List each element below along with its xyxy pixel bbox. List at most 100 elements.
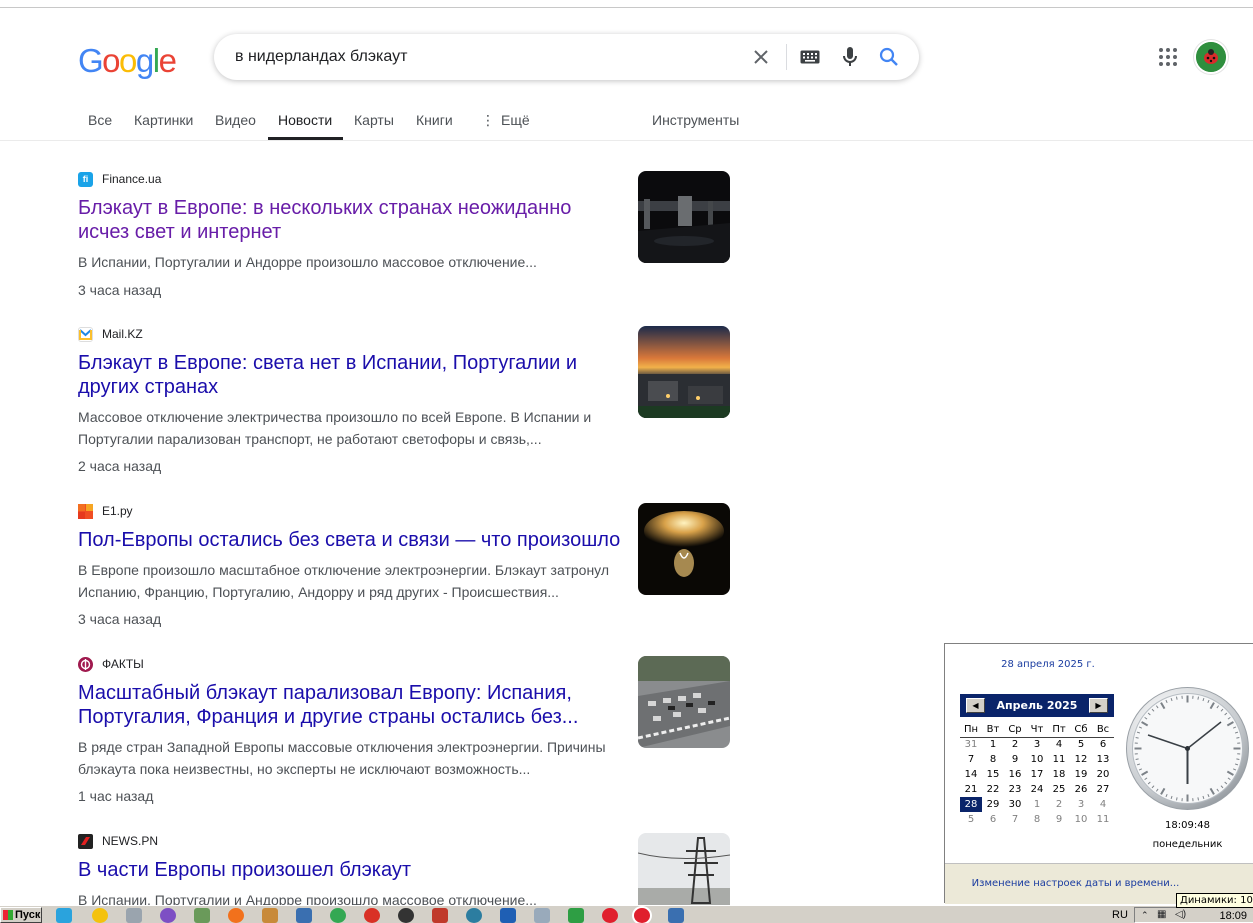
app-tools-icon[interactable] [194, 908, 210, 923]
calendar-day[interactable]: 15 [982, 767, 1004, 782]
result-title[interactable]: Блэкаут в Европе: в нескольких странах н… [78, 196, 626, 244]
calendar-day[interactable]: 14 [960, 767, 982, 782]
app-window-icon[interactable] [126, 908, 142, 923]
app-triangle-icon[interactable] [92, 908, 108, 923]
calendar-day[interactable]: 25 [1048, 782, 1070, 797]
calendar-day[interactable]: 8 [982, 752, 1004, 767]
google-logo[interactable]: Google [78, 42, 177, 80]
calendar-day[interactable]: 5 [1070, 737, 1092, 752]
result-source[interactable]: NEWS.PN [78, 833, 158, 849]
eye-icon[interactable] [398, 908, 414, 923]
app-globe-icon[interactable] [466, 908, 482, 923]
result-title[interactable]: В части Европы произошел блэкаут [78, 858, 626, 882]
result-title[interactable]: Пол-Европы остались без света и связи — … [78, 528, 626, 552]
speaker-icon[interactable]: ◁) [1175, 909, 1186, 920]
calendar-day[interactable]: 6 [982, 812, 1004, 827]
keyboard-icon[interactable] [798, 45, 822, 69]
tab-maps[interactable]: Карты [354, 112, 394, 128]
calendar-day[interactable]: 28 [959, 796, 983, 813]
calendar-day[interactable]: 20 [1092, 767, 1114, 782]
apps-grid-icon[interactable] [1157, 46, 1179, 68]
result-title[interactable]: Масштабный блэкаут парализовал Европу: И… [78, 681, 626, 729]
calendar-day[interactable]: 17 [1026, 767, 1048, 782]
calendar-day[interactable]: 12 [1070, 752, 1092, 767]
calendar-day[interactable]: 1 [982, 737, 1004, 752]
calendar-day[interactable]: 2 [1004, 737, 1026, 752]
app-character-icon[interactable] [262, 908, 278, 923]
viber-icon[interactable] [160, 908, 176, 923]
tab-all[interactable]: Все [88, 112, 112, 128]
calendar-day[interactable]: 3 [1026, 737, 1048, 752]
calendar-day[interactable]: 11 [1092, 812, 1114, 827]
app-leaf-icon[interactable] [568, 908, 584, 923]
result-source[interactable]: E1.ру [78, 503, 133, 519]
account-avatar[interactable] [1196, 42, 1226, 72]
calendar-day[interactable]: 31 [960, 737, 982, 752]
calendar-day[interactable]: 3 [1070, 797, 1092, 812]
next-month-button[interactable]: ▶ [1089, 698, 1108, 713]
tab-books[interactable]: Книги [416, 112, 453, 128]
calendar-day[interactable]: 10 [1070, 812, 1092, 827]
result-source[interactable]: fi Finance.ua [78, 171, 161, 187]
calendar-day[interactable]: 10 [1026, 752, 1048, 767]
result-thumbnail[interactable] [638, 326, 730, 418]
calendar-day[interactable]: 8 [1026, 812, 1048, 827]
date-time-settings-link[interactable]: Изменение настроек даты и времени... [945, 878, 1206, 889]
search-icon[interactable] [877, 45, 901, 69]
app-blue-icon[interactable] [500, 908, 516, 923]
search-input[interactable]: в нидерландах блэкаут [235, 48, 407, 66]
result-thumbnail[interactable] [638, 833, 730, 905]
calendar-day[interactable]: 9 [1004, 752, 1026, 767]
tab-more[interactable]: ⋮ Ещё [481, 112, 530, 129]
calendar-day[interactable]: 18 [1048, 767, 1070, 782]
calendar-day[interactable]: 1 [1026, 797, 1048, 812]
calendar-day[interactable]: 11 [1048, 752, 1070, 767]
calendar-day[interactable]: 6 [1092, 737, 1114, 752]
result-source[interactable]: ФАКТЫ [78, 656, 144, 672]
language-indicator[interactable]: RU [1112, 909, 1128, 921]
app-p-icon[interactable] [432, 908, 448, 923]
tray-chevron-icon[interactable]: ⌃ [1141, 910, 1149, 921]
app-ip-icon[interactable] [296, 908, 312, 923]
result-title[interactable]: Блэкаут в Европе: света нет в Испании, П… [78, 351, 626, 399]
calendar-day[interactable]: 19 [1070, 767, 1092, 782]
calendar-day[interactable]: 16 [1004, 767, 1026, 782]
firefox-icon[interactable] [228, 908, 244, 923]
calendar-day[interactable]: 7 [1004, 812, 1026, 827]
calendar-day[interactable]: 9 [1048, 812, 1070, 827]
network-icon[interactable]: ▦ [1157, 909, 1166, 920]
calendar-day[interactable]: 5 [960, 812, 982, 827]
result-thumbnail[interactable] [638, 656, 730, 748]
app-ip2-icon[interactable] [668, 908, 684, 923]
result-thumbnail[interactable] [638, 171, 730, 263]
calendar-day[interactable]: 29 [982, 797, 1004, 812]
calendar-day[interactable]: 23 [1004, 782, 1026, 797]
app-search-icon[interactable] [534, 908, 550, 923]
calendar-day[interactable]: 4 [1092, 797, 1114, 812]
calendar-day[interactable]: 24 [1026, 782, 1048, 797]
app-ds-icon[interactable] [364, 908, 380, 923]
calendar-day[interactable]: 30 [1004, 797, 1026, 812]
clear-icon[interactable] [749, 45, 773, 69]
calendar-day[interactable]: 21 [960, 782, 982, 797]
calendar-day[interactable]: 22 [982, 782, 1004, 797]
opera-icon[interactable] [602, 908, 618, 923]
telegram-icon[interactable] [56, 908, 72, 923]
calendar-day[interactable]: 7 [960, 752, 982, 767]
calendar-day[interactable]: 4 [1048, 737, 1070, 752]
tab-images[interactable]: Картинки [134, 112, 193, 128]
start-button[interactable]: Пуск [0, 907, 42, 923]
microphone-icon[interactable] [838, 45, 862, 69]
result-thumbnail[interactable] [638, 503, 730, 595]
search-box[interactable]: в нидерландах блэкаут [214, 34, 919, 80]
calendar-day[interactable]: 27 [1092, 782, 1114, 797]
calendar-day[interactable]: 26 [1070, 782, 1092, 797]
chrome-icon[interactable] [330, 908, 346, 923]
tools-button[interactable]: Инструменты [652, 112, 739, 128]
opera-active-icon[interactable] [634, 908, 650, 923]
calendar-day[interactable]: 13 [1092, 752, 1114, 767]
tab-news[interactable]: Новости [278, 112, 332, 128]
tray-clock[interactable]: 18:09 [1219, 910, 1247, 922]
calendar-day[interactable]: 2 [1048, 797, 1070, 812]
result-source[interactable]: Mail.KZ [78, 326, 143, 342]
